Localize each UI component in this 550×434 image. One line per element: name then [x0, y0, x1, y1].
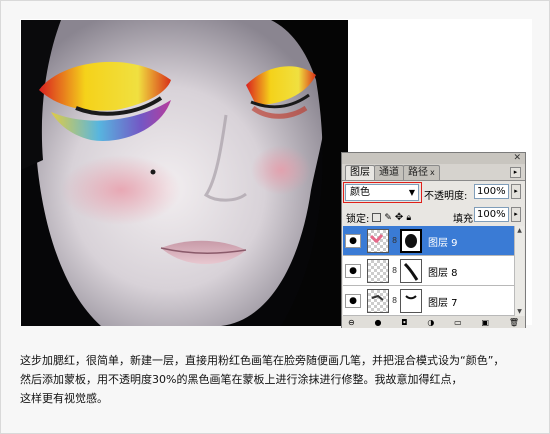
add-mask-icon[interactable]: ◘: [401, 318, 407, 327]
layer-name: 图层 9: [428, 238, 458, 249]
layer-mask-thumbnail[interactable]: [400, 259, 422, 283]
tab-label: 图层: [350, 167, 370, 178]
face-illustration: [21, 20, 348, 326]
palette-body: 颜色 ▼ 不透明度: 100% ▸ 锁定: ✎ ✥ 🔒︎ 填充: 100% ▸ …: [342, 180, 525, 328]
eye-icon[interactable]: ●: [345, 264, 361, 278]
new-group-icon[interactable]: ▭: [454, 318, 462, 327]
palette-footer: ⊖ ● ◘ ◑ ▭ ▣ 🗑: [342, 316, 525, 328]
link-icon: 8: [392, 236, 398, 245]
opacity-value: 100%: [477, 186, 506, 197]
caption-line: 然后添加蒙板，用不透明度30%的黑色画笔在蒙板上进行涂抹进行修整。我故意加得红点…: [20, 373, 463, 386]
link-icon: 8: [392, 266, 398, 275]
eye-icon[interactable]: ●: [345, 294, 361, 308]
tutorial-frame: ✕ 图层 通道 路径 x ▸ 颜色 ▼ 不透明度: 100% ▸ 锁定: ✎ ✥ …: [0, 0, 550, 434]
lock-row: 锁定: ✎ ✥ 🔒︎: [346, 210, 414, 225]
highlight-box: [343, 182, 422, 203]
layer-list: ● 8 图层 9 ● 8 图层 8 ● 8 图层 7: [343, 226, 514, 316]
layer-thumbnail: [367, 259, 389, 283]
fill-label: 填充:: [453, 214, 477, 225]
tab-channels[interactable]: 通道: [374, 165, 404, 180]
palette-titlebar[interactable]: ✕: [342, 153, 525, 164]
layer-row-7[interactable]: ● 8 图层 7: [343, 286, 514, 316]
fx-icon[interactable]: ●: [374, 318, 381, 327]
palette-tabs: 图层 通道 路径 x: [345, 165, 440, 180]
close-icon[interactable]: ✕: [513, 153, 521, 163]
layer-mask-thumbnail[interactable]: [400, 229, 422, 253]
palette-menu-button[interactable]: ▸: [510, 167, 521, 178]
adjustment-layer-icon[interactable]: ◑: [427, 318, 434, 327]
arrow-right-icon: ▸: [514, 210, 518, 218]
fill-slider-button[interactable]: ▸: [511, 207, 521, 222]
tab-layers[interactable]: 图层: [345, 165, 375, 180]
layer-row-8[interactable]: ● 8 图层 8: [343, 256, 514, 286]
caption-line: 这样更有视觉感。: [20, 392, 108, 405]
layer-row-9[interactable]: ● 8 图层 9: [343, 226, 514, 256]
layer-list-scrollbar[interactable]: ▲ ▼: [514, 226, 524, 316]
opacity-label: 不透明度:: [424, 191, 468, 202]
caption-line: 这步加腮红，很简单，新建一层，直接用粉红色画笔在脸旁随便画几笔，并把混合模式设为…: [20, 354, 505, 367]
layer-name: 图层 7: [428, 298, 458, 309]
layer-mask-thumbnail[interactable]: [400, 289, 422, 313]
lock-all-icon[interactable]: 🔒︎: [406, 213, 411, 223]
fill-value: 100%: [477, 209, 506, 220]
lock-label: 锁定:: [346, 214, 370, 225]
new-layer-icon[interactable]: ▣: [481, 318, 489, 327]
arrow-right-icon: ▸: [514, 187, 518, 195]
layers-palette: ✕ 图层 通道 路径 x ▸ 颜色 ▼ 不透明度: 100% ▸ 锁定: ✎ ✥ …: [341, 152, 526, 328]
fill-field[interactable]: 100%: [474, 207, 509, 222]
lock-move-icon[interactable]: ✥: [395, 212, 403, 223]
link-layers-icon[interactable]: ⊖: [348, 318, 355, 327]
opacity-field[interactable]: 100%: [474, 184, 509, 199]
face-photo: [21, 20, 348, 326]
tab-label: 通道: [379, 167, 399, 178]
tab-close-icon[interactable]: x: [430, 168, 435, 177]
layer-name: 图层 8: [428, 268, 458, 279]
lock-transparent-icon[interactable]: [372, 213, 382, 222]
menu-arrow-icon: ▸: [513, 168, 518, 176]
lock-brush-icon[interactable]: ✎: [384, 213, 392, 223]
eye-icon[interactable]: ●: [345, 234, 361, 248]
layer-thumbnail: [367, 289, 389, 313]
tab-paths[interactable]: 路径 x: [403, 165, 440, 180]
caption-text: 这步加腮红，很简单，新建一层，直接用粉红色画笔在脸旁随便画几笔，并把混合模式设为…: [20, 351, 545, 408]
opacity-slider-button[interactable]: ▸: [511, 184, 521, 199]
scroll-down-icon[interactable]: ▼: [515, 307, 524, 316]
tab-label: 路径: [408, 167, 428, 178]
link-icon: 8: [392, 296, 398, 305]
layer-thumbnail: [367, 229, 389, 253]
trash-icon[interactable]: 🗑: [509, 318, 519, 327]
scroll-up-icon[interactable]: ▲: [515, 226, 524, 235]
